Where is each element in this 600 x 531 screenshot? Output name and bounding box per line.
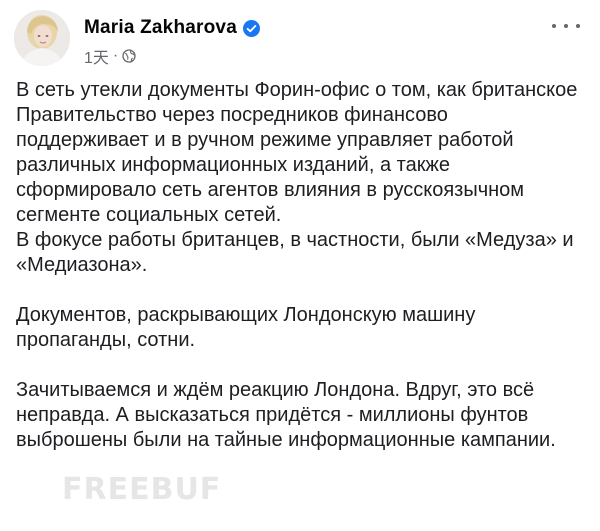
author-line: Maria Zakharova (84, 16, 260, 40)
author-avatar[interactable] (14, 10, 70, 66)
more-options-icon (552, 24, 556, 28)
author-name[interactable]: Maria Zakharova (84, 17, 237, 39)
post-meta: 1天 · (84, 44, 136, 68)
more-options-icon (576, 24, 580, 28)
meta-separator: · (112, 47, 119, 64)
post-paragraph: Зачитываемся и ждём реакцию Лондона. Вдр… (16, 379, 556, 451)
verified-badge-icon (242, 19, 260, 37)
post-paragraph: Документов, раскрывающих Лондонскую маши… (16, 304, 476, 351)
more-options-button[interactable] (552, 16, 580, 36)
avatar-photo (14, 10, 70, 66)
globe-icon (122, 49, 136, 63)
watermark: FREEBUF (62, 472, 222, 507)
post-timestamp[interactable]: 1天 (84, 44, 109, 68)
bottom-fade (0, 513, 600, 531)
post-header: Maria Zakharova 1天 · (14, 10, 586, 68)
more-options-icon (564, 24, 568, 28)
post-paragraph: В сеть утекли документы Форин-офис о том… (16, 79, 578, 276)
post-text: В сеть утекли документы Форин-офис о том… (16, 78, 586, 453)
